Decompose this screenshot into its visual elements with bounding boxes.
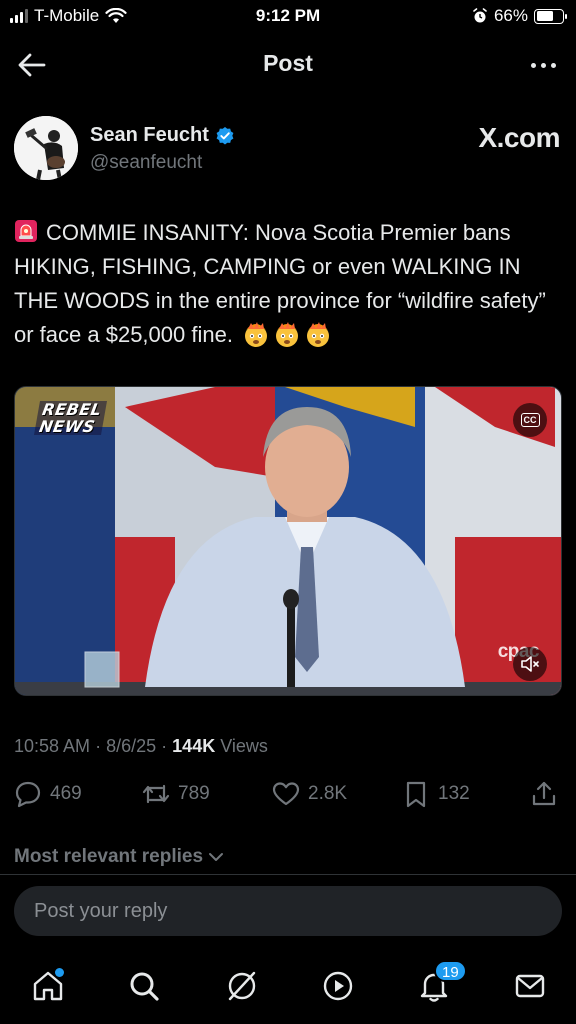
views-label: Views [220,736,268,756]
author-handle[interactable]: @seanfeucht [90,152,202,174]
post-time: 10:58 AM [14,736,91,756]
bookmark-button[interactable]: 132 [402,780,470,808]
reply-button[interactable]: 469 [14,780,82,808]
rebel-news-logo: REBEL NEWS [34,400,108,436]
repost-icon [142,784,170,804]
closed-captions-button[interactable]: CC [513,403,547,437]
tab-grok[interactable] [222,966,262,1006]
mute-button[interactable] [513,647,547,681]
divider [0,874,576,875]
page-title: Post [263,50,313,76]
tab-video[interactable] [318,966,358,1006]
notification-badge: 19 [434,960,467,982]
alarm-icon [473,8,487,23]
exploding-head-emoji-icon [245,322,268,347]
chevron-down-icon [209,853,224,861]
bookmark-count: 132 [438,783,470,804]
share-icon [532,781,556,806]
envelope-icon [515,974,545,998]
views-count[interactable]: 144K [172,736,215,756]
author-name[interactable]: Sean Feucht [90,124,209,147]
play-circle-icon [323,971,353,1001]
reply-input[interactable] [14,886,562,936]
post-author: Sean Feucht @seanfeucht X.com [14,116,562,186]
tab-search[interactable] [124,966,164,1006]
video-player[interactable]: REBEL NEWS CC cpac [14,386,562,696]
speaker-muted-icon [521,656,539,672]
post-body: COMMIE INSANITY: Nova Scotia Premier ban… [14,216,564,352]
bottom-tab-bar: 19 [0,948,576,1024]
exploding-head-emoji-icon [307,322,330,347]
battery-percent: 66% [493,6,528,25]
replies-sort-label: Most relevant replies [14,846,204,867]
x-com-watermark: X.com [478,122,560,153]
verified-badge-icon [216,126,234,144]
repost-button[interactable]: 789 [142,780,210,808]
tab-notifications[interactable]: 19 [414,960,467,1006]
like-count: 2.8K [308,783,348,804]
share-button[interactable] [530,780,558,808]
repost-count: 789 [178,783,210,804]
reply-icon [15,781,41,808]
reply-count: 469 [50,783,82,804]
heart-icon [272,782,300,806]
cc-icon: CC [520,413,540,427]
tab-home[interactable] [28,966,68,1006]
bookmark-icon [406,781,426,808]
unread-dot [55,968,64,977]
battery-icon [534,8,567,24]
grok-icon [228,971,256,1001]
reply-composer[interactable] [14,886,562,936]
post-actions: 469 789 2.8K 132 [14,780,562,816]
status-bar: T-Mobile 9:12 PM 66% [0,0,576,34]
more-options-icon[interactable] [526,52,560,78]
like-button[interactable]: 2.8K [272,780,347,808]
search-icon [130,972,159,1001]
post-metadata: 10:58 AM · 8/6/25 · 144K Views [14,736,268,756]
exploding-head-emoji-icon [276,322,299,347]
post-date: 8/6/25 [106,736,157,756]
siren-emoji-icon [15,220,37,242]
avatar[interactable] [14,116,78,180]
replies-sort-dropdown[interactable]: Most relevant replies [14,846,225,868]
tab-messages[interactable] [510,966,550,1006]
nav-header: Post [0,40,576,90]
